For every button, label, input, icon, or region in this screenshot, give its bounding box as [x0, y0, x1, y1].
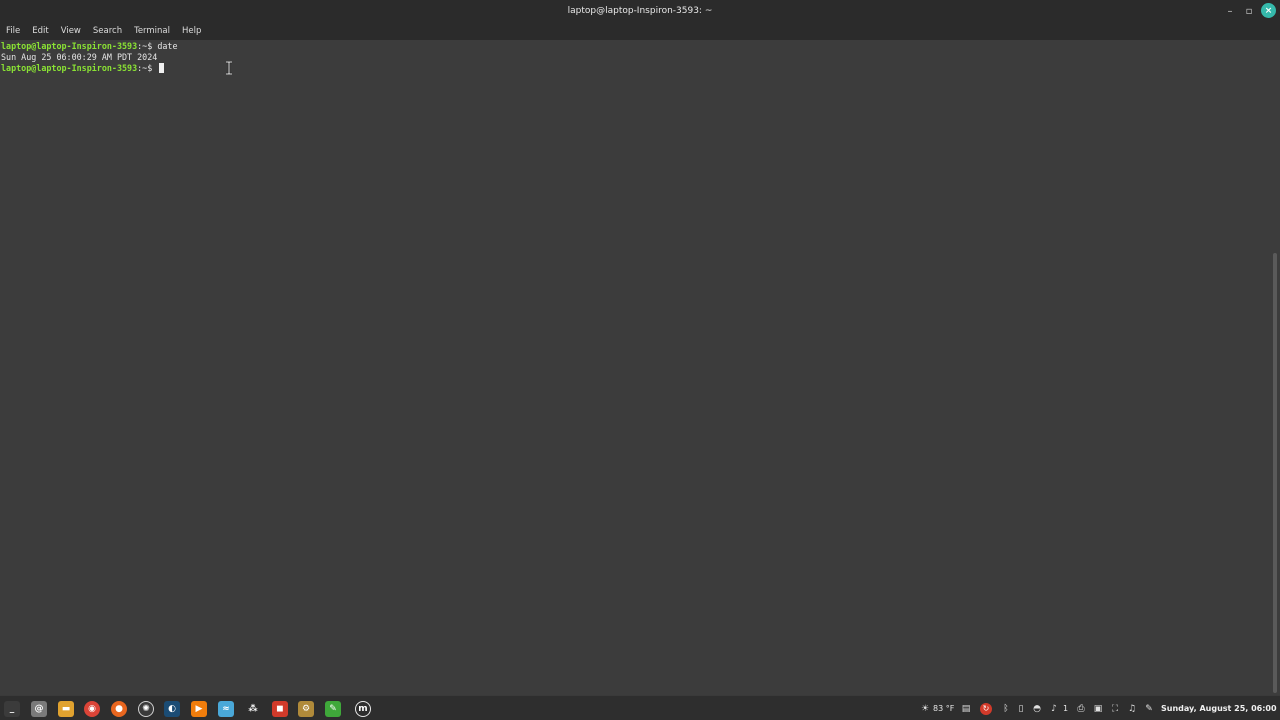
steam-icon: ◐	[164, 701, 180, 717]
menu-file[interactable]: File	[6, 22, 20, 40]
dolphin-icon: ≈	[218, 701, 234, 717]
sun-icon[interactable]: ☀	[919, 702, 931, 715]
taskbar-launcher[interactable]: ◐	[162, 699, 182, 719]
taskbar-launcher[interactable]: @	[29, 699, 49, 719]
taskbar-launcher[interactable]: ✺	[136, 699, 156, 719]
command-output: Sun Aug 25 06:00:29 AM PDT 2024	[1, 52, 158, 62]
printer-icon[interactable]: ⎙	[1075, 702, 1087, 715]
menu-terminal[interactable]: Terminal	[134, 22, 170, 40]
menu-edit[interactable]: Edit	[32, 22, 48, 40]
prompt-dir: :~$	[137, 41, 158, 51]
terminal-area[interactable]: laptop@laptop-Inspiron-3593:~$ date Sun …	[0, 40, 1280, 695]
network-icon[interactable]: ⛶	[1109, 702, 1121, 715]
dots-icon: ⁂	[245, 701, 261, 717]
pen-icon: ✎	[325, 701, 341, 717]
weather-temperature[interactable]: 83 °F	[933, 702, 954, 715]
prompt-dir: :~$	[137, 63, 158, 73]
taskbar: _ @ ▬ ◉ ● ✺ ◐ ▶ ≈ ⁂ ◼ ⚙ ✎ m ☀ 83 °F ▤ ↻ ᛒ ▯ ◓ ♪ 1 ⎙ ▣…	[0, 695, 1280, 720]
files-icon: ▬	[58, 701, 74, 717]
taskbar-launcher[interactable]: ●	[109, 699, 129, 719]
taskbar-launcher[interactable]: ⚙	[296, 699, 316, 719]
music-icon[interactable]: ♫	[1126, 702, 1138, 715]
command-text: date	[157, 41, 178, 51]
terminal-icon: _	[4, 701, 20, 717]
text-cursor	[159, 63, 165, 73]
menu-bar: File Edit View Search Terminal Help	[0, 22, 1280, 40]
taskbar-launcher[interactable]: _	[2, 699, 22, 719]
terminal-line: Sun Aug 25 06:00:29 AM PDT 2024	[1, 52, 157, 63]
bag-icon: ◼	[272, 701, 288, 717]
vlc-icon: ▶	[191, 701, 207, 717]
taskbar-launcher[interactable]: ⁂	[243, 699, 263, 719]
maximize-button[interactable]: ▫	[1241, 3, 1257, 19]
taskbar-launcher[interactable]: ◉	[82, 699, 102, 719]
window-titlebar[interactable]: laptop@laptop-Inspiron-3593: ~ – ▫ ×	[0, 0, 1280, 22]
mint-logo-icon: m	[355, 701, 371, 717]
chrome-icon: ◉	[84, 701, 100, 717]
gears-icon: ⚙	[298, 701, 314, 717]
taskbar-launcher[interactable]: ✎	[323, 699, 343, 719]
minimize-button[interactable]: –	[1222, 3, 1238, 19]
taskbar-launcher[interactable]: m	[353, 699, 373, 719]
scrollbar[interactable]	[1273, 253, 1277, 693]
update-icon[interactable]: ↻	[979, 702, 993, 715]
taskbar-launcher[interactable]: ▬	[56, 699, 76, 719]
terminal-line: laptop@laptop-Inspiron-3593:~$	[1, 63, 165, 74]
terminal-line: laptop@laptop-Inspiron-3593:~$ date	[1, 41, 177, 52]
steam-alt-icon: ✺	[138, 701, 154, 717]
pen-tray-icon[interactable]: ✎	[1143, 702, 1155, 715]
battery-icon[interactable]: ▯	[1015, 702, 1027, 715]
wifi-icon[interactable]: ◓	[1031, 702, 1043, 715]
ibeam-cursor-icon	[226, 61, 232, 75]
firefox-icon: ●	[111, 701, 127, 717]
prompt-user: laptop@laptop-Inspiron-3593	[1, 63, 138, 73]
menu-view[interactable]: View	[61, 22, 81, 40]
bluetooth-icon[interactable]: ᛒ	[1000, 702, 1012, 715]
taskbar-launcher[interactable]: ≈	[216, 699, 236, 719]
display-icon[interactable]: ▣	[1092, 702, 1104, 715]
menu-search[interactable]: Search	[93, 22, 122, 40]
prompt-user: laptop@laptop-Inspiron-3593	[1, 41, 138, 51]
bell-icon[interactable]: ♪	[1048, 702, 1060, 715]
taskbar-launcher[interactable]: ◼	[270, 699, 290, 719]
menu-help[interactable]: Help	[182, 22, 201, 40]
clock[interactable]: Sunday, August 25, 06:00	[1161, 702, 1277, 715]
taskbar-launcher[interactable]: ▶	[189, 699, 209, 719]
close-button[interactable]: ×	[1261, 3, 1276, 18]
clipboard-icon[interactable]: ▤	[960, 702, 972, 715]
mail-icon: @	[31, 701, 47, 717]
window-title: laptop@laptop-Inspiron-3593: ~	[567, 6, 713, 16]
notification-count: 1	[1063, 704, 1069, 713]
